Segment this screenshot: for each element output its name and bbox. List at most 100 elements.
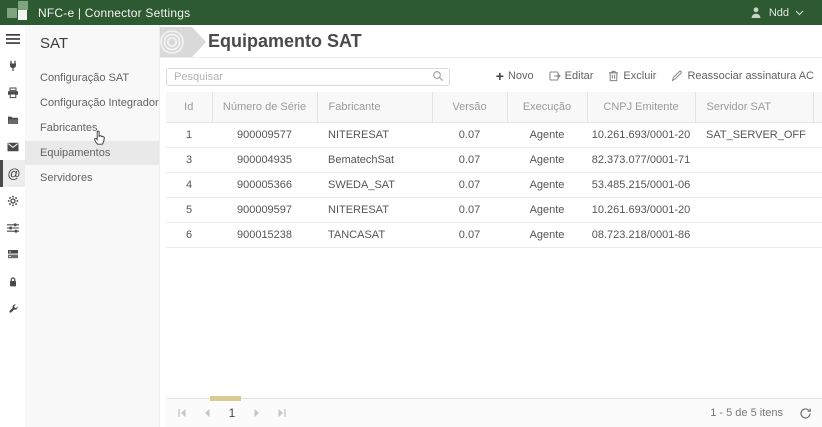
cell-numero-serie: 900015238 bbox=[212, 222, 317, 247]
column-header-numero-serie[interactable]: Número de Série bbox=[212, 92, 317, 122]
new-button[interactable]: + Novo bbox=[496, 69, 534, 83]
page-title-badge-icon bbox=[160, 27, 206, 57]
pager: 1 1 - 5 de 5 itens bbox=[166, 398, 822, 427]
table-row[interactable]: 3 900004935 BematechSat 0.07 Agente 82.3… bbox=[166, 147, 822, 172]
reassign-signature-button[interactable]: Reassociar assinatura AC bbox=[671, 70, 814, 82]
last-page-button[interactable] bbox=[272, 403, 292, 423]
cell-numero-serie: 900004935 bbox=[212, 147, 317, 172]
table-row[interactable]: 5 900009597 NITERESAT 0.07 Agente 10.261… bbox=[166, 197, 822, 222]
column-header-servidor-sat[interactable]: Servidor SAT bbox=[695, 92, 813, 122]
sidebar-item-servidores[interactable]: Servidores bbox=[25, 166, 159, 190]
column-header-cnpj-emitente[interactable]: CNPJ Emitente bbox=[587, 92, 695, 122]
cell-servidor-sat bbox=[695, 147, 813, 172]
app-window: NFC-e | Connector Settings Ndd bbox=[0, 0, 822, 427]
plug-icon[interactable] bbox=[0, 52, 25, 79]
cell-versao: 0.07 bbox=[432, 122, 507, 147]
cell-cnpj: 82.373.077/0001-71 bbox=[587, 147, 695, 172]
cell-execucao: Agente bbox=[507, 172, 587, 197]
cell-fabricante: NITERESAT bbox=[317, 122, 432, 147]
cell-versao: 0.07 bbox=[432, 222, 507, 247]
search-box bbox=[166, 67, 450, 85]
gear-icon[interactable] bbox=[0, 187, 25, 214]
pager-info: 1 - 5 de 5 itens bbox=[710, 407, 783, 419]
plus-icon: + bbox=[496, 69, 504, 83]
next-page-button[interactable] bbox=[247, 403, 267, 423]
user-menu[interactable]: Ndd bbox=[749, 6, 804, 19]
cell-versao: 0.07 bbox=[432, 147, 507, 172]
refresh-icon bbox=[799, 407, 812, 420]
page-number[interactable]: 1 bbox=[222, 403, 242, 423]
trash-icon bbox=[608, 70, 619, 82]
content-area: + Novo Editar Excluir bbox=[160, 58, 822, 427]
table-row[interactable]: 4 900005366 SWEDA_SAT 0.07 Agente 53.485… bbox=[166, 172, 822, 197]
cell-cnpj: 53.485.215/0001-06 bbox=[587, 172, 695, 197]
search-input[interactable] bbox=[166, 68, 450, 86]
cell-cnpj: 10.261.693/0001-20 bbox=[587, 122, 695, 147]
column-header-id[interactable]: Id bbox=[166, 92, 212, 122]
folder-icon[interactable] bbox=[0, 106, 25, 133]
edit-icon bbox=[549, 70, 561, 82]
cell-servidor-sat bbox=[695, 197, 813, 222]
equipment-grid: Id Número de Série Fabricante Versão Exe… bbox=[166, 92, 822, 398]
sidebar-item-fabricantes[interactable]: Fabricantes bbox=[25, 116, 159, 140]
table-row[interactable]: 1 900009577 NITERESAT 0.07 Agente 10.261… bbox=[166, 122, 822, 147]
lock-icon[interactable] bbox=[0, 268, 25, 295]
page-header: Equipamento SAT bbox=[160, 25, 822, 58]
refresh-button[interactable] bbox=[799, 407, 812, 420]
cell-id: 5 bbox=[166, 197, 212, 222]
cell-versao: 0.07 bbox=[432, 172, 507, 197]
wrench-icon[interactable] bbox=[0, 295, 25, 322]
server-icon[interactable] bbox=[0, 241, 25, 268]
previous-page-button[interactable] bbox=[197, 403, 217, 423]
cell-numero-serie: 900009577 bbox=[212, 122, 317, 147]
column-header-filler bbox=[813, 92, 822, 122]
top-bar: NFC-e | Connector Settings Ndd bbox=[0, 0, 822, 25]
user-icon bbox=[749, 6, 763, 19]
main-panel: Equipamento SAT + Novo bbox=[160, 25, 822, 427]
cell-servidor-sat bbox=[695, 222, 813, 247]
sidebar-item-equipamentos[interactable]: Equipamentos bbox=[25, 141, 159, 165]
edit-button[interactable]: Editar bbox=[549, 70, 594, 82]
sidebar-item-configuracao-integrador[interactable]: Configuração Integrador bbox=[25, 91, 159, 115]
cell-cnpj: 10.261.693/0001-20 bbox=[587, 197, 695, 222]
cell-id: 3 bbox=[166, 147, 212, 172]
delete-button[interactable]: Excluir bbox=[608, 70, 656, 82]
app-logo-icon bbox=[0, 0, 34, 25]
table-row[interactable]: 6 900015238 TANCASAT 0.07 Agente 08.723.… bbox=[166, 222, 822, 247]
cell-execucao: Agente bbox=[507, 147, 587, 172]
header-row: Id Número de Série Fabricante Versão Exe… bbox=[166, 92, 822, 122]
grid-toolbar: + Novo Editar Excluir bbox=[496, 69, 814, 83]
sidebar: SAT Configuração SAT Configuração Integr… bbox=[25, 25, 160, 427]
user-name: Ndd bbox=[769, 7, 789, 19]
cell-execucao: Agente bbox=[507, 197, 587, 222]
cell-id: 1 bbox=[166, 122, 212, 147]
sidebar-title: SAT bbox=[25, 25, 159, 66]
cell-fabricante: NITERESAT bbox=[317, 197, 432, 222]
menu-icon[interactable] bbox=[0, 25, 25, 52]
pencil-icon bbox=[671, 70, 683, 82]
search-icon bbox=[432, 70, 444, 82]
sidebar-item-configuracao-sat[interactable]: Configuração SAT bbox=[25, 66, 159, 90]
chevron-down-icon bbox=[795, 10, 804, 16]
first-page-button[interactable] bbox=[172, 403, 192, 423]
cell-versao: 0.07 bbox=[432, 197, 507, 222]
column-header-fabricante[interactable]: Fabricante bbox=[317, 92, 432, 122]
cell-servidor-sat bbox=[695, 172, 813, 197]
cell-fabricante: BematechSat bbox=[317, 147, 432, 172]
cell-numero-serie: 900005366 bbox=[212, 172, 317, 197]
cell-servidor-sat: SAT_SERVER_OFF bbox=[695, 122, 813, 147]
at-icon[interactable]: @ bbox=[0, 160, 25, 187]
cell-execucao: Agente bbox=[507, 222, 587, 247]
current-page-indicator bbox=[210, 396, 241, 401]
cell-id: 6 bbox=[166, 222, 212, 247]
page-title: Equipamento SAT bbox=[208, 31, 362, 52]
app-title: NFC-e | Connector Settings bbox=[38, 6, 190, 20]
printer-icon[interactable] bbox=[0, 79, 25, 106]
cell-id: 4 bbox=[166, 172, 212, 197]
column-header-execucao[interactable]: Execução bbox=[507, 92, 587, 122]
sliders-icon[interactable] bbox=[0, 214, 25, 241]
mail-icon[interactable] bbox=[0, 133, 25, 160]
icon-rail: @ bbox=[0, 25, 25, 427]
cell-fabricante: TANCASAT bbox=[317, 222, 432, 247]
column-header-versao[interactable]: Versão bbox=[432, 92, 507, 122]
